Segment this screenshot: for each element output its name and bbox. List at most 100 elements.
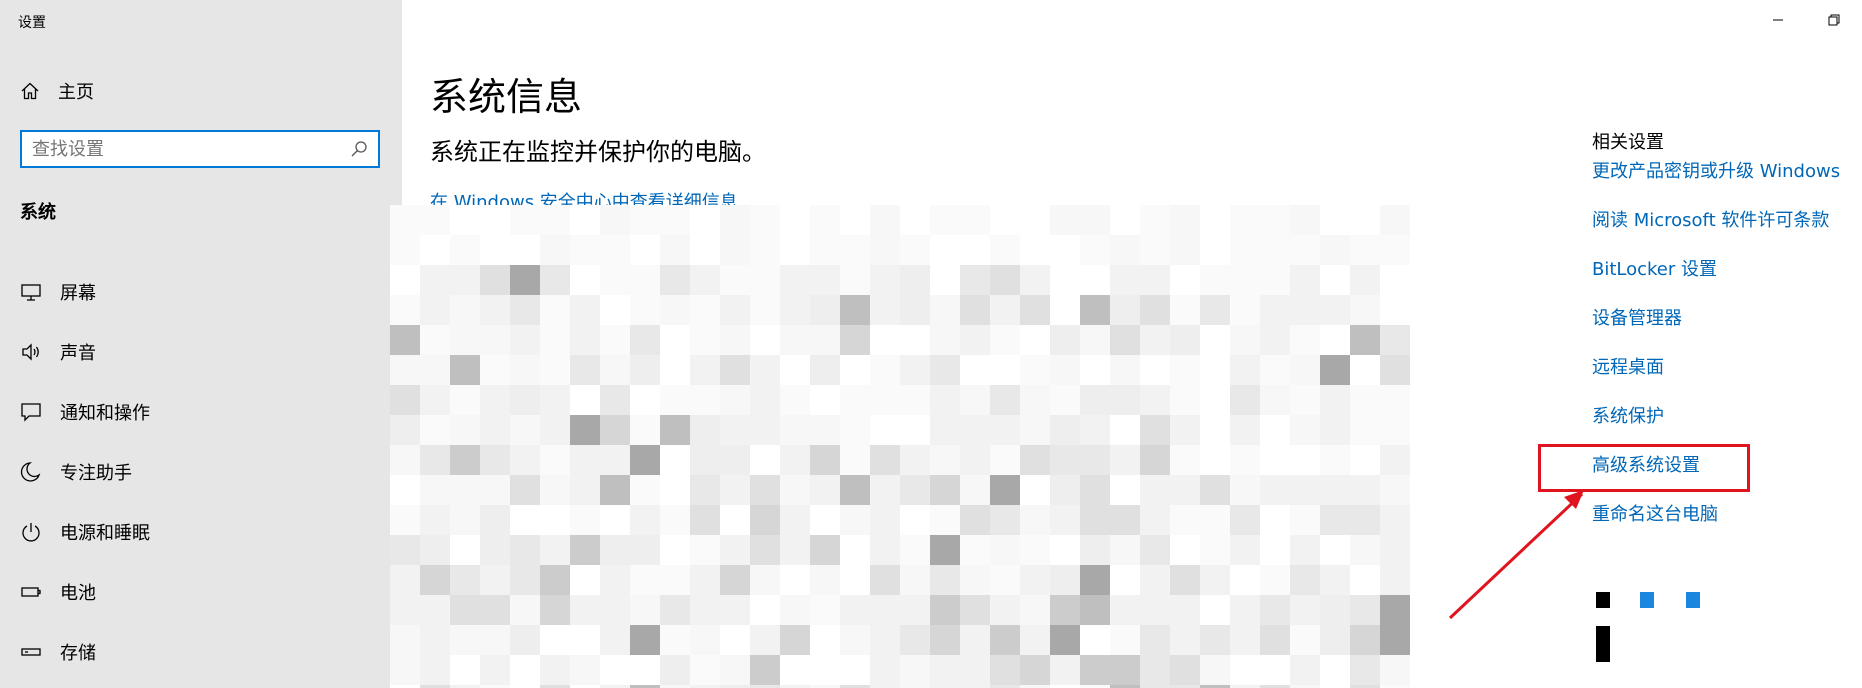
mosaic-cell	[570, 595, 600, 625]
mosaic-cell	[600, 295, 630, 325]
mosaic-cell	[1350, 505, 1380, 535]
mosaic-cell	[480, 475, 510, 505]
mosaic-cell	[750, 565, 780, 595]
mosaic-cell	[1140, 445, 1170, 475]
sidebar-item-focus[interactable]: 专注助手	[0, 442, 402, 502]
mosaic-cell	[1350, 475, 1380, 505]
mosaic-cell	[1200, 385, 1230, 415]
mosaic-cell	[450, 475, 480, 505]
mosaic-cell	[570, 325, 600, 355]
mosaic-cell	[1380, 415, 1410, 445]
window-controls	[1750, 0, 1862, 40]
mosaic-cell	[810, 265, 840, 295]
bitlocker-settings-link[interactable]: BitLocker 设置	[1592, 260, 1862, 309]
app-title: 设置	[18, 15, 46, 31]
mosaic-cell	[750, 205, 780, 235]
mosaic-cell	[1080, 595, 1110, 625]
restore-icon	[1828, 14, 1840, 26]
mosaic-cell	[480, 205, 510, 235]
mosaic-cell	[1080, 235, 1110, 265]
upgrade-windows-link[interactable]: 更改产品密钥或升级 Windows	[1592, 162, 1862, 211]
mosaic-cell	[930, 535, 960, 565]
sidebar-item-battery[interactable]: 电池	[0, 562, 402, 622]
mosaic-cell	[1320, 475, 1350, 505]
redacted-content	[390, 205, 1412, 688]
mosaic-cell	[960, 235, 990, 265]
mosaic-cell	[1260, 205, 1290, 235]
battery-icon	[20, 581, 42, 603]
mosaic-cell	[900, 295, 930, 325]
mosaic-cell	[720, 325, 750, 355]
minimize-button[interactable]	[1750, 0, 1806, 40]
mosaic-cell	[1050, 565, 1080, 595]
mosaic-cell	[630, 415, 660, 445]
mosaic-cell	[510, 535, 540, 565]
mosaic-cell	[1170, 655, 1200, 685]
license-terms-link[interactable]: 阅读 Microsoft 软件许可条款	[1592, 211, 1862, 260]
mosaic-cell	[1230, 505, 1260, 535]
mosaic-cell	[660, 505, 690, 535]
search-input[interactable]	[32, 138, 350, 160]
mosaic-cell	[1230, 355, 1260, 385]
mosaic-cell	[1140, 505, 1170, 535]
mosaic-cell	[1350, 415, 1380, 445]
mosaic-cell	[930, 415, 960, 445]
mosaic-cell	[780, 235, 810, 265]
restore-button[interactable]	[1806, 0, 1862, 40]
mosaic-cell	[1050, 445, 1080, 475]
mosaic-cell	[1170, 355, 1200, 385]
mosaic-cell	[630, 625, 660, 655]
device-manager-link[interactable]: 设备管理器	[1592, 309, 1862, 358]
mosaic-cell	[990, 265, 1020, 295]
sidebar-item-display[interactable]: 屏幕	[0, 262, 402, 322]
mosaic-cell	[900, 565, 930, 595]
mosaic-cell	[990, 325, 1020, 355]
mosaic-cell	[630, 295, 660, 325]
mosaic-cell	[600, 325, 630, 355]
sidebar-item-sound[interactable]: 声音	[0, 322, 402, 382]
mosaic-cell	[1260, 385, 1290, 415]
mosaic-cell	[840, 625, 870, 655]
mosaic-cell	[570, 235, 600, 265]
mosaic-cell	[1110, 625, 1140, 655]
mosaic-cell	[870, 625, 900, 655]
mosaic-cell	[1380, 535, 1410, 565]
remote-desktop-link[interactable]: 远程桌面	[1592, 358, 1862, 407]
mosaic-cell	[750, 625, 780, 655]
mosaic-cell	[420, 355, 450, 385]
mosaic-cell	[720, 355, 750, 385]
mosaic-cell	[780, 415, 810, 445]
mosaic-cell	[690, 595, 720, 625]
mosaic-cell	[1050, 415, 1080, 445]
mosaic-cell	[1290, 565, 1320, 595]
mosaic-cell	[510, 205, 540, 235]
mosaic-cell	[840, 565, 870, 595]
mosaic-cell	[450, 595, 480, 625]
mosaic-cell	[540, 385, 570, 415]
mosaic-cell	[1350, 265, 1380, 295]
sidebar-item-power[interactable]: 电源和睡眠	[0, 502, 402, 562]
mosaic-cell	[1290, 655, 1320, 685]
search-icon[interactable]	[350, 140, 368, 158]
search-box[interactable]	[20, 130, 380, 168]
mosaic-cell	[660, 385, 690, 415]
sidebar: 设置 主页 系统 屏幕 声音	[0, 0, 402, 688]
mosaic-cell	[570, 475, 600, 505]
mosaic-cell	[750, 415, 780, 445]
mosaic-cell	[1140, 205, 1170, 235]
sidebar-item-storage[interactable]: 存储	[0, 622, 402, 682]
rename-pc-link[interactable]: 重命名这台电脑	[1592, 505, 1862, 554]
mosaic-cell	[780, 535, 810, 565]
power-icon	[20, 521, 42, 543]
sidebar-item-notifications[interactable]: 通知和操作	[0, 382, 402, 442]
mosaic-cell	[600, 565, 630, 595]
mosaic-cell	[690, 445, 720, 475]
mosaic-cell	[720, 265, 750, 295]
mosaic-cell	[1050, 205, 1080, 235]
mosaic-cell	[870, 355, 900, 385]
home-nav-item[interactable]: 主页	[20, 78, 94, 104]
mosaic-cell	[840, 265, 870, 295]
mosaic-cell	[1320, 505, 1350, 535]
sidebar-item-label: 存储	[60, 643, 96, 664]
mosaic-cell	[540, 355, 570, 385]
